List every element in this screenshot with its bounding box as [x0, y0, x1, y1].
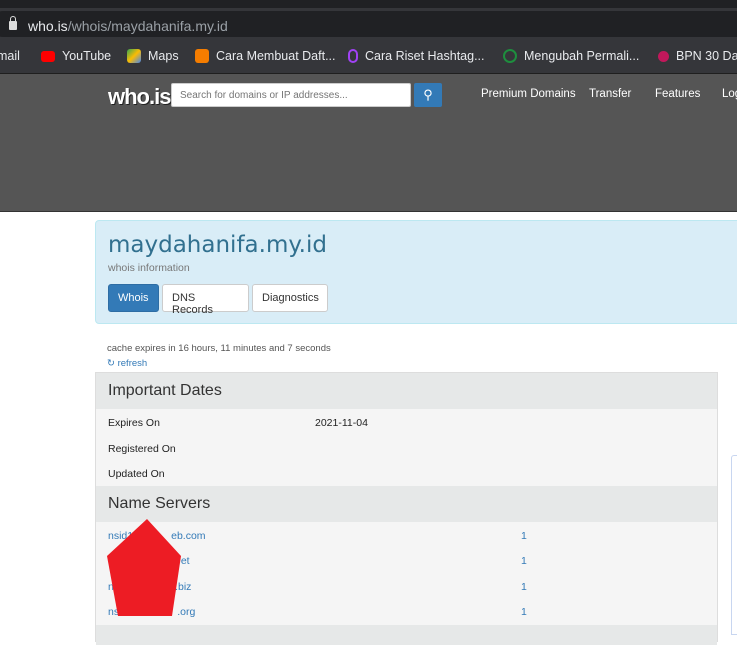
nameserver-count: 1	[521, 581, 527, 593]
youtube-icon	[41, 50, 55, 62]
pentagon-shape	[107, 519, 181, 616]
important-dates-heading: Important Dates	[96, 373, 717, 409]
url-field[interactable]: who.is/whois/maydahanifa.my.id	[0, 11, 737, 37]
expires-on-value: 2021-11-04	[315, 417, 368, 429]
bookmark-mengubah[interactable]: Mengubah Permali...	[503, 49, 639, 63]
bookmark-cara-riset[interactable]: Cara Riset Hashtag...	[348, 49, 485, 63]
url-host: who.is	[28, 18, 68, 34]
refresh-link[interactable]: ↻ refresh	[107, 358, 147, 369]
url-path: /whois/maydahanifa.my.id	[67, 18, 228, 34]
domain-panel: maydahanifa.my.id whois information Whoi…	[95, 220, 737, 324]
bookmark-mail[interactable]: mail	[0, 49, 20, 63]
address-bar: who.is/whois/maydahanifa.my.id	[0, 8, 737, 40]
nameserver-count: 1	[521, 530, 527, 542]
nav-transfer[interactable]: Transfer	[589, 88, 631, 100]
who-is-logo[interactable]: who.is	[108, 84, 171, 110]
search-button[interactable]: ⚲	[414, 83, 442, 107]
bookmark-bpn[interactable]: BPN 30 Day	[658, 49, 737, 63]
turtle-icon	[503, 49, 517, 63]
lock-icon	[9, 16, 17, 30]
bookmark-maps[interactable]: Maps	[127, 49, 179, 63]
bookmark-cara-membuat[interactable]: Cara Membuat Daft...	[195, 49, 336, 63]
nav-features[interactable]: Features	[655, 88, 700, 100]
cache-status: cache expires in 16 hours, 11 minutes an…	[107, 343, 331, 354]
red-pentagon-overlay	[107, 519, 181, 616]
blogger-icon	[195, 49, 209, 63]
search-icon: ⚲	[423, 87, 433, 102]
b-icon	[658, 50, 669, 62]
refresh-icon: ↻	[107, 358, 115, 369]
nav-login[interactable]: Log	[722, 88, 737, 100]
name-servers-heading: Name Servers	[96, 486, 717, 522]
link-icon	[348, 49, 358, 63]
nameserver-count: 1	[521, 606, 527, 618]
side-panel-edge	[731, 455, 737, 635]
updated-on-label: Updated On	[108, 468, 165, 480]
page-title: maydahanifa.my.id	[108, 232, 327, 258]
tab-diagnostics[interactable]: Diagnostics	[252, 284, 328, 312]
bookmark-youtube[interactable]: YouTube	[41, 49, 111, 63]
next-section-heading	[96, 625, 717, 645]
nav-premium-domains[interactable]: Premium Domains	[481, 88, 576, 100]
search-input[interactable]	[171, 83, 411, 107]
nameserver-count: 1	[521, 555, 527, 567]
tab-dns-records[interactable]: DNS Records	[162, 284, 249, 316]
page-subtitle: whois information	[108, 262, 190, 274]
site-header: who.is ⚲ Premium Domains Transfer Featur…	[0, 74, 737, 212]
browser-top-strip	[0, 0, 737, 8]
bookmarks-bar: mail YouTube Maps Cara Membuat Daft... C…	[0, 40, 737, 74]
registered-on-label: Registered On	[108, 443, 176, 455]
expires-on-label: Expires On	[108, 417, 160, 429]
tab-whois[interactable]: Whois	[108, 284, 159, 312]
maps-icon	[127, 49, 141, 63]
